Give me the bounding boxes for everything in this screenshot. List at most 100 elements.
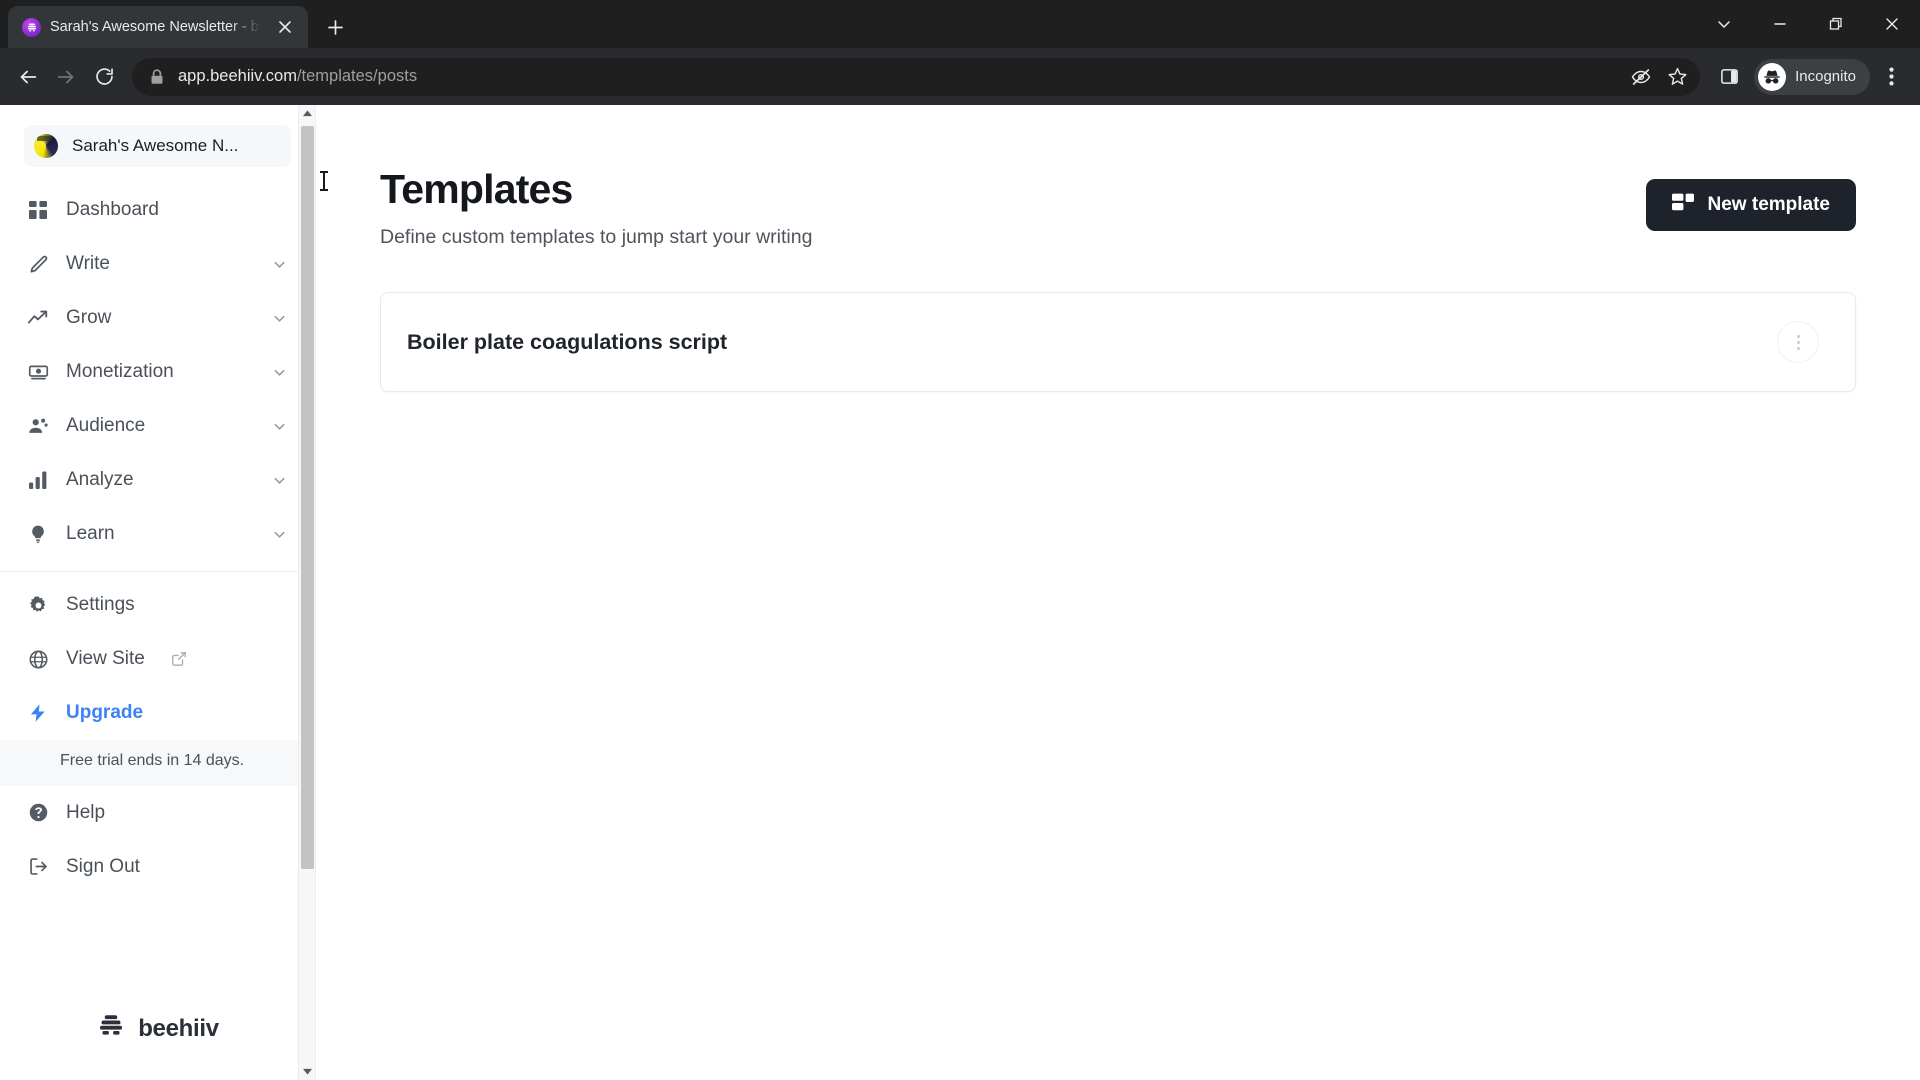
trial-notice: Free trial ends in 14 days. — [0, 740, 315, 786]
sidebar-item-sign-out[interactable]: Sign Out — [0, 840, 315, 894]
kebab-menu-icon[interactable] — [1777, 321, 1819, 364]
sidebar-item-upgrade[interactable]: Upgrade — [0, 686, 315, 740]
trend-up-icon — [26, 307, 50, 329]
beehiiv-wordmark: beehiiv — [138, 1014, 219, 1042]
incognito-badge[interactable]: Incognito — [1754, 58, 1870, 95]
sidebar-item-label: Sign Out — [66, 855, 140, 877]
primary-nav: Dashboard Write Grow Monetization Audien… — [0, 175, 315, 894]
browser-toolbar: app.beehiiv.com/templates/posts Incognit… — [0, 48, 1920, 105]
pencil-icon — [26, 254, 50, 275]
text-cursor-icon — [320, 171, 328, 191]
template-card[interactable]: Boiler plate coagulations script — [380, 292, 1856, 393]
globe-icon — [26, 649, 50, 670]
people-icon — [26, 415, 50, 437]
gear-icon — [26, 595, 50, 616]
sidebar-item-label: Audience — [66, 415, 146, 436]
side-panel-icon[interactable] — [1710, 58, 1748, 96]
page-header: Templates Define custom templates to jum… — [380, 166, 1856, 249]
chevron-down-icon — [272, 419, 287, 434]
chevron-down-icon — [272, 365, 287, 380]
sidebar-item-analyze[interactable]: Analyze — [0, 453, 315, 507]
browser-window: Sarah's Awesome Newsletter - b app.beehi… — [0, 0, 1920, 1080]
chevron-down-icon — [272, 257, 287, 272]
sidebar-item-audience[interactable]: Audience — [0, 399, 315, 453]
main-content: Templates Define custom templates to jum… — [316, 105, 1920, 1080]
chrome-menu-icon[interactable] — [1872, 58, 1910, 96]
url-path: /templates/posts — [296, 67, 418, 85]
tab-title: Sarah's Awesome Newsletter - b — [50, 19, 259, 35]
template-layout-icon — [1671, 193, 1694, 217]
page-viewport: Sarah's Awesome N... Dashboard Write Gro… — [0, 105, 1920, 1080]
sidebar-item-label: Dashboard — [66, 199, 159, 220]
omnibox-actions — [1624, 60, 1694, 94]
sidebar-scrollbar[interactable] — [298, 105, 315, 1080]
sidebar-item-label: Monetization — [66, 361, 174, 382]
workspace-name: Sarah's Awesome N... — [72, 136, 239, 155]
external-link-icon — [171, 651, 187, 667]
sidebar-item-label: Grow — [66, 307, 112, 328]
scrollbar-track[interactable] — [299, 122, 316, 1063]
tab-search-chevron-icon[interactable] — [1696, 0, 1752, 48]
sidebar-item-label: Learn — [66, 523, 115, 544]
chevron-down-icon — [272, 527, 287, 542]
restore-icon[interactable] — [1808, 0, 1864, 48]
app-sidebar: Sarah's Awesome N... Dashboard Write Gro… — [0, 105, 316, 1080]
new-tab-button[interactable] — [318, 10, 352, 44]
reload-button[interactable] — [86, 59, 122, 95]
beehiiv-logo: beehiiv — [0, 983, 315, 1080]
sidebar-item-help[interactable]: Help — [0, 786, 315, 840]
chevron-down-icon — [272, 473, 287, 488]
sidebar-item-write[interactable]: Write — [0, 237, 315, 291]
new-template-button[interactable]: New template — [1645, 179, 1856, 231]
incognito-spy-icon — [1758, 62, 1787, 91]
tab-close-icon[interactable] — [272, 14, 298, 40]
minimize-icon[interactable] — [1752, 0, 1808, 48]
chevron-down-icon — [272, 311, 287, 326]
window-controls — [1696, 0, 1920, 48]
sidebar-item-label: Analyze — [66, 469, 134, 490]
sidebar-item-learn[interactable]: Learn — [0, 507, 315, 561]
url-host: app.beehiiv.com — [178, 67, 297, 85]
lightning-bolt-icon — [26, 703, 50, 723]
beehive-icon — [96, 1011, 126, 1046]
close-window-icon[interactable] — [1864, 0, 1920, 48]
incognito-label: Incognito — [1795, 68, 1856, 85]
sidebar-item-view-site[interactable]: View Site — [0, 632, 315, 686]
page-header-text: Templates Define custom templates to jum… — [380, 166, 813, 249]
dashboard-grid-icon — [26, 200, 50, 220]
address-bar[interactable]: app.beehiiv.com/templates/posts — [132, 57, 1701, 96]
question-circle-icon — [26, 802, 50, 823]
back-button[interactable] — [10, 59, 46, 95]
url-text: app.beehiiv.com/templates/posts — [178, 67, 1624, 86]
bookmark-star-icon[interactable] — [1660, 60, 1694, 94]
sidebar-item-label: Write — [66, 253, 110, 274]
bar-chart-icon — [26, 470, 50, 490]
lock-icon — [150, 68, 164, 85]
scroll-up-arrow[interactable] — [299, 105, 316, 122]
sidebar-item-grow[interactable]: Grow — [0, 291, 315, 345]
newsletter-avatar — [34, 134, 58, 158]
third-party-cookie-blocked-icon[interactable] — [1624, 60, 1658, 94]
scrollbar-thumb[interactable] — [300, 126, 314, 870]
sidebar-divider — [0, 571, 315, 572]
tab-strip: Sarah's Awesome Newsletter - b — [0, 0, 1920, 48]
page-title: Templates — [380, 166, 573, 212]
beehiiv-favicon — [22, 17, 41, 37]
workspace-selector[interactable]: Sarah's Awesome N... — [24, 125, 291, 167]
money-icon — [26, 362, 50, 383]
template-name: Boiler plate coagulations script — [407, 329, 728, 354]
page-subtitle: Define custom templates to jump start yo… — [380, 226, 813, 249]
sidebar-item-monetization[interactable]: Monetization — [0, 345, 315, 399]
lightbulb-icon — [26, 524, 50, 544]
browser-tab[interactable]: Sarah's Awesome Newsletter - b — [8, 6, 308, 48]
sign-out-icon — [26, 856, 50, 877]
sidebar-item-label: Upgrade — [66, 702, 144, 723]
forward-button[interactable] — [48, 59, 84, 95]
new-template-label: New template — [1707, 194, 1830, 215]
sidebar-item-label: Help — [66, 801, 106, 823]
sidebar-item-settings[interactable]: Settings — [0, 578, 315, 632]
sidebar-item-label: View Site — [66, 648, 145, 669]
sidebar-item-label: Settings — [66, 594, 135, 615]
sidebar-item-dashboard[interactable]: Dashboard — [0, 183, 315, 237]
scroll-down-arrow[interactable] — [299, 1063, 316, 1080]
